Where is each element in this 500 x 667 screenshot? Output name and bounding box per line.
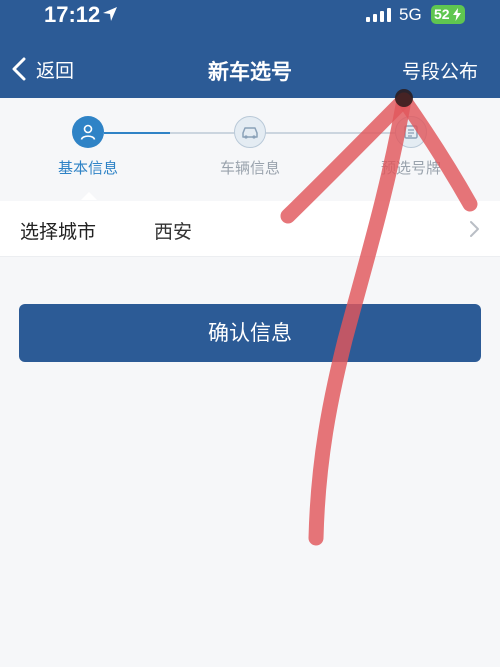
status-bar: 17:12 5G 52 [0,0,500,34]
step-label-vehicle-info: 车辆信息 [219,159,280,177]
step-label-preselect-plate: 预选号牌 [380,159,441,177]
signal-strength-icon [366,8,391,22]
step-basic-info: 基本信息 [28,116,148,178]
confirm-info-button[interactable]: 确认信息 [19,304,481,362]
charging-bolt-icon [453,8,461,21]
battery-indicator: 52 [431,5,465,24]
step-circle-vehicle-info [234,116,266,148]
user-icon [80,124,96,140]
step-label-basic-info: 基本信息 [57,159,118,177]
progress-stepper: 基本信息 车辆信息 预选号牌 [0,98,500,200]
active-step-pointer [81,192,97,200]
city-value: 西安 [154,221,193,243]
status-time: 17:12 [44,2,101,27]
select-city-row[interactable]: 选择城市 西安 [0,201,500,257]
step-preselect-plate: 预选号牌 [351,116,471,178]
number-announcement-link[interactable]: 号段公布 [402,57,478,84]
navigation-bar: 返回 新车选号 号段公布 [0,46,500,94]
step-circle-basic-info [72,116,104,148]
car-icon [242,127,258,139]
step-vehicle-info: 车辆信息 [190,116,310,178]
city-label: 选择城市 [20,221,97,243]
app-header: 17:12 5G 52 返回 新车选号 号段公布 [0,0,500,98]
chevron-right-icon [470,221,479,237]
step-circle-preselect-plate [395,116,427,148]
location-arrow-icon [103,7,117,21]
plate-icon [404,125,418,139]
battery-level: 52 [434,6,450,22]
network-type: 5G [399,5,422,24]
